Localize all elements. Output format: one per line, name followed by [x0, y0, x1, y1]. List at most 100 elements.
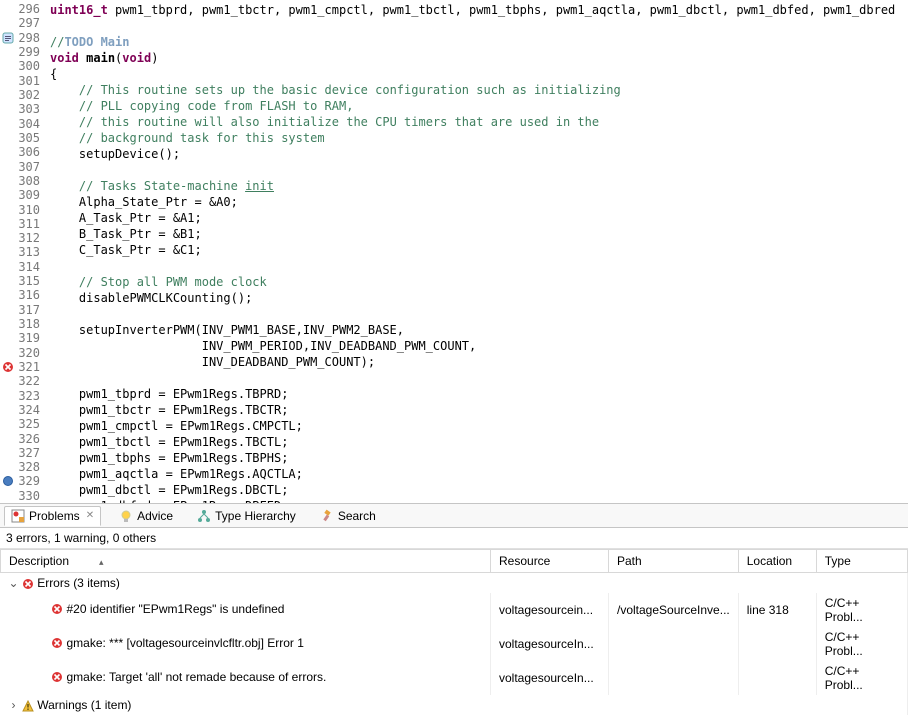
code-editor[interactable]: 2962972982993003013023033043053063073083… — [0, 0, 908, 503]
line-number: 304 — [16, 117, 44, 131]
line-number: 323 — [16, 389, 44, 403]
code-line[interactable]: pwm1_tbctr = EPwm1Regs.TBCTR; — [50, 402, 908, 418]
twistie-icon[interactable]: ⌄ — [9, 576, 19, 590]
line-number: 319 — [16, 331, 44, 345]
bottom-tabs: Problems ✕ Advice Type Hierarchy Search — [0, 503, 908, 528]
code-line[interactable]: //TODO Main — [50, 34, 908, 50]
line-number: 312 — [16, 231, 44, 245]
code-line[interactable]: B_Task_Ptr = &B1; — [50, 226, 908, 242]
line-number: 316 — [16, 288, 44, 302]
table-row[interactable]: gmake: Target 'all' not remade because o… — [1, 661, 908, 695]
lightbulb-icon — [119, 509, 133, 523]
errors-group-label[interactable]: Errors (3 items) — [37, 576, 120, 590]
problems-icon — [11, 509, 25, 523]
code-line[interactable]: // Stop all PWM mode clock — [50, 274, 908, 290]
tab-problems[interactable]: Problems ✕ — [4, 506, 101, 526]
twistie-icon[interactable]: › — [9, 698, 19, 712]
code-line[interactable]: // This routine sets up the basic device… — [50, 82, 908, 98]
problem-type: C/C++ Probl... — [816, 661, 907, 695]
problems-table-wrap: Description▴ Resource Path Location Type… — [0, 549, 908, 715]
line-number: 330 — [16, 489, 44, 503]
line-gutter: 2962972982993003013023033043053063073083… — [0, 0, 44, 503]
breakpoint-icon — [0, 475, 16, 487]
flashlight-icon — [320, 509, 334, 523]
line-number: 310 — [16, 203, 44, 217]
code-line[interactable]: disablePWMCLKCounting(); — [50, 290, 908, 306]
code-line[interactable]: pwm1_dbctl = EPwm1Regs.DBCTL; — [50, 482, 908, 498]
col-location[interactable]: Location — [738, 550, 816, 573]
line-number: 309 — [16, 188, 44, 202]
problem-location: line 318 — [738, 593, 816, 627]
code-line[interactable]: // PLL copying code from FLASH to RAM, — [50, 98, 908, 114]
code-line[interactable]: INV_PWM_PERIOD,INV_DEADBAND_PWM_COUNT, — [50, 338, 908, 354]
code-line[interactable]: Alpha_State_Ptr = &A0; — [50, 194, 908, 210]
line-number: 299 — [16, 45, 44, 59]
warnings-group-label[interactable]: Warnings (1 item) — [37, 698, 131, 712]
line-number: 313 — [16, 245, 44, 259]
problem-desc: gmake: Target 'all' not remade because o… — [67, 670, 327, 684]
col-resource[interactable]: Resource — [491, 550, 609, 573]
tab-problems-x: ✕ — [86, 510, 94, 521]
problem-desc: #20 identifier "EPwm1Regs" is undefined — [67, 602, 285, 616]
problems-summary: 3 errors, 1 warning, 0 others — [0, 528, 908, 549]
code-line[interactable]: INV_DEADBAND_PWM_COUNT); — [50, 354, 908, 370]
problem-type: C/C++ Probl... — [816, 627, 907, 661]
line-number: 325 — [16, 417, 44, 431]
code-line[interactable]: void main(void) — [50, 50, 908, 66]
problem-desc: gmake: *** [voltagesourceinvlcfltr.obj] … — [67, 636, 304, 650]
problem-resource: voltagesourceIn... — [491, 661, 609, 695]
code-line[interactable] — [50, 306, 908, 322]
tab-type-hierarchy[interactable]: Type Hierarchy — [191, 507, 302, 525]
code-line[interactable]: pwm1_tbphs = EPwm1Regs.TBPHS; — [50, 450, 908, 466]
problem-resource: voltagesourceIn... — [491, 627, 609, 661]
line-number: 321 — [16, 360, 44, 374]
code-line[interactable]: uint16_t pwm1_tbprd, pwm1_tbctr, pwm1_cm… — [50, 2, 908, 18]
tab-search[interactable]: Search — [314, 507, 382, 525]
code-line[interactable] — [50, 162, 908, 178]
task-marker-icon — [0, 32, 16, 44]
table-row[interactable]: gmake: *** [voltagesourceinvlcfltr.obj] … — [1, 627, 908, 661]
code-line[interactable]: // background task for this system — [50, 130, 908, 146]
line-number: 306 — [16, 145, 44, 159]
code-line[interactable]: A_Task_Ptr = &A1; — [50, 210, 908, 226]
line-number: 302 — [16, 88, 44, 102]
code-line[interactable]: pwm1_cmpctl = EPwm1Regs.CMPCTL; — [50, 418, 908, 434]
hierarchy-icon — [197, 509, 211, 523]
code-area[interactable]: uint16_t pwm1_tbprd, pwm1_tbctr, pwm1_cm… — [44, 0, 908, 503]
code-line[interactable]: { — [50, 66, 908, 82]
code-line[interactable]: pwm1_tbprd = EPwm1Regs.TBPRD; — [50, 386, 908, 402]
line-number: 315 — [16, 274, 44, 288]
code-line[interactable]: C_Task_Ptr = &C1; — [50, 242, 908, 258]
code-line[interactable] — [50, 370, 908, 386]
line-number: 297 — [16, 16, 44, 30]
line-number: 296 — [16, 2, 44, 16]
line-number: 314 — [16, 260, 44, 274]
line-number: 328 — [16, 460, 44, 474]
problem-resource: voltagesourcein... — [491, 593, 609, 627]
code-line[interactable]: // Tasks State-machine init — [50, 178, 908, 194]
line-number: 318 — [16, 317, 44, 331]
line-number: 311 — [16, 217, 44, 231]
line-number: 317 — [16, 303, 44, 317]
error-icon — [0, 361, 16, 373]
col-path[interactable]: Path — [609, 550, 739, 573]
tab-type-hierarchy-label: Type Hierarchy — [215, 509, 296, 523]
problem-type: C/C++ Probl... — [816, 593, 907, 627]
code-line[interactable]: pwm1_tbctl = EPwm1Regs.TBCTL; — [50, 434, 908, 450]
problems-table: Description▴ Resource Path Location Type… — [0, 549, 908, 715]
code-line[interactable]: setupDevice(); — [50, 146, 908, 162]
code-line[interactable]: // this routine will also initialize the… — [50, 114, 908, 130]
col-type[interactable]: Type — [816, 550, 907, 573]
problem-location — [738, 627, 816, 661]
col-description[interactable]: Description▴ — [1, 550, 491, 573]
code-line[interactable]: pwm1_aqctla = EPwm1Regs.AQCTLA; — [50, 466, 908, 482]
code-line[interactable] — [50, 258, 908, 274]
line-number: 327 — [16, 446, 44, 460]
tab-search-label: Search — [338, 509, 376, 523]
code-line[interactable]: setupInverterPWM(INV_PWM1_BASE,INV_PWM2_… — [50, 322, 908, 338]
tab-advice[interactable]: Advice — [113, 507, 179, 525]
table-row[interactable]: #20 identifier "EPwm1Regs" is undefined v… — [1, 593, 908, 627]
line-number: 303 — [16, 102, 44, 116]
line-number: 320 — [16, 346, 44, 360]
code-line[interactable] — [50, 18, 908, 34]
